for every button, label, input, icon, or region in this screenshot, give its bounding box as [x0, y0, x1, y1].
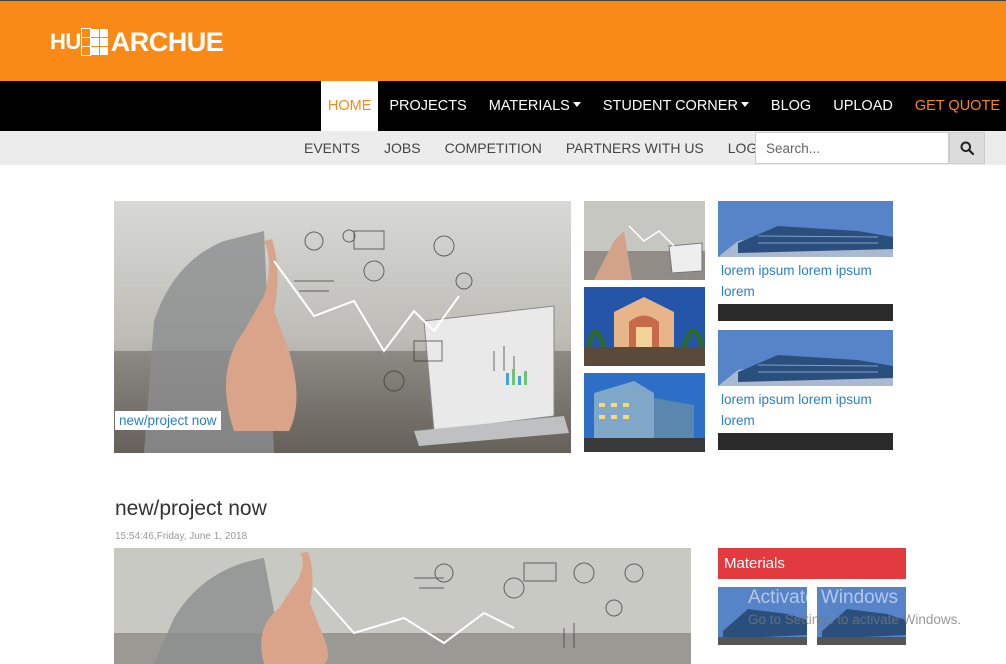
subnav-events[interactable]: EVENTS [292, 131, 372, 165]
site-header: HU ARCHUE [0, 0, 1006, 81]
post-title[interactable]: new/project now [115, 497, 267, 521]
material-thumbnail[interactable] [817, 659, 906, 664]
side-card-image [718, 330, 893, 386]
side-card-footer [718, 433, 893, 450]
logo-text-left: HU [50, 29, 81, 54]
side-card-image [718, 201, 893, 257]
material-thumbnail[interactable] [718, 659, 807, 664]
main-navigation: HOME PROJECTS MATERIALS STUDENT CORNER B… [0, 81, 1006, 131]
thumbnail-palace[interactable] [584, 287, 705, 366]
side-card-text[interactable]: lorem ipsum lorem ipsum lorem [718, 257, 893, 304]
side-card-text[interactable]: lorem ipsum lorem ipsum lorem [718, 386, 893, 433]
hero-caption[interactable]: new/project now [115, 411, 221, 430]
secondary-navigation: EVENTS JOBS COMPETITION PARTNERS WITH US… [0, 131, 1006, 165]
search-button[interactable] [949, 132, 985, 164]
hero-image[interactable]: new/project now [114, 201, 571, 453]
nav-upload[interactable]: UPLOAD [822, 81, 904, 131]
nav-blog[interactable]: BLOG [760, 81, 822, 131]
subnav-jobs[interactable]: JOBS [372, 131, 433, 165]
nav-student-corner[interactable]: STUDENT CORNER [592, 81, 760, 131]
thumbnail-palace-image [584, 287, 705, 366]
materials-heading[interactable]: Materials [718, 548, 906, 579]
nav-materials[interactable]: MATERIALS [478, 81, 592, 131]
thumbnail-building-night[interactable] [584, 373, 705, 452]
side-card-footer [718, 304, 893, 321]
nav-projects[interactable]: PROJECTS [378, 81, 477, 131]
caret-down-icon [572, 101, 581, 107]
side-card[interactable]: lorem ipsum lorem ipsum lorem [718, 201, 893, 321]
activate-windows-watermark-subtitle: Go to Settings to activate Windows. [748, 612, 962, 627]
post-illustration [114, 548, 691, 664]
nav-home[interactable]: HOME [320, 81, 379, 131]
search-input[interactable] [755, 132, 949, 164]
subnav-competition[interactable]: COMPETITION [433, 131, 554, 165]
search-icon [960, 141, 974, 155]
subnav-partners[interactable]: PARTNERS WITH US [554, 131, 716, 165]
logo-text-right: ARCHUE [110, 26, 224, 57]
side-card[interactable]: lorem ipsum lorem ipsum lorem [718, 330, 893, 450]
nav-get-quote[interactable]: GET QUOTE [904, 81, 1006, 131]
site-logo[interactable]: HU ARCHUE [50, 25, 224, 59]
caret-down-icon [740, 101, 749, 107]
activate-windows-watermark-title: Activate Windows [748, 587, 898, 608]
post-image[interactable] [114, 548, 691, 664]
thumbnail-building-night-image [584, 373, 705, 452]
thumbnail-tech-image [584, 201, 705, 280]
logo-grid-icon [80, 28, 108, 56]
thumbnail-tech[interactable] [584, 201, 705, 280]
post-date: 15:54:46,Friday, June 1, 2018 [115, 531, 248, 542]
